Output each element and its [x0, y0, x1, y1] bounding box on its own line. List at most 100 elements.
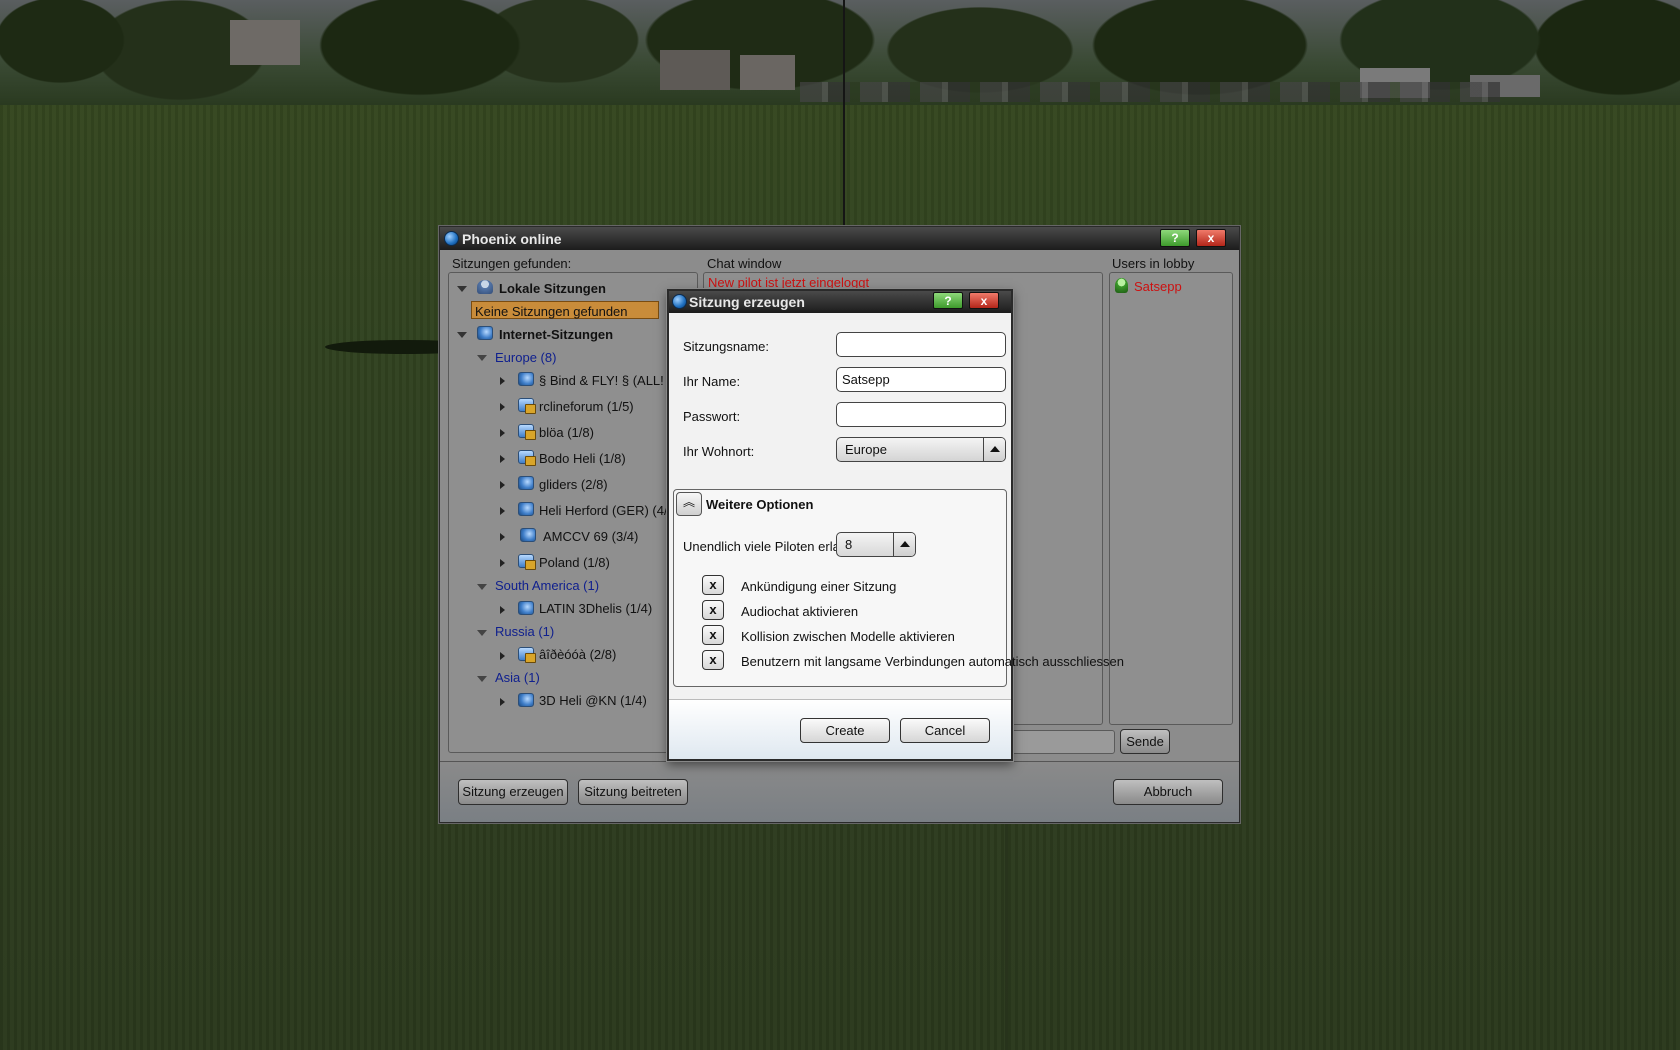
internet-sessions-icon: [477, 326, 493, 340]
cancel-button[interactable]: Cancel: [900, 718, 990, 743]
collapse-arrow-icon[interactable]: [477, 355, 487, 361]
help-button[interactable]: ?: [1160, 229, 1190, 247]
server-icon: [518, 601, 534, 615]
dialog-help-button[interactable]: ?: [933, 292, 963, 309]
tree-local-sessions[interactable]: Lokale Sitzungen: [499, 281, 606, 296]
chat-window-label: Chat window: [707, 256, 782, 271]
your-name-label: Ihr Name:: [683, 374, 741, 389]
globe-icon: [444, 231, 459, 246]
tree-internet-sessions[interactable]: Internet-Sitzungen: [499, 327, 613, 342]
server-icon: [518, 476, 534, 490]
expand-arrow-icon[interactable]: [500, 377, 505, 385]
more-options-panel: ︽ Weitere Optionen Unendlich viele Pilot…: [673, 489, 1124, 687]
session-name-label: Sitzungsname:: [683, 339, 769, 354]
kick-slow-label: Benutzern mit langsame Verbindungen auto…: [741, 654, 1125, 669]
tree-session-item[interactable]: blöa (1/8): [539, 425, 594, 440]
server-icon: [518, 693, 534, 707]
parked-cars: [800, 82, 1500, 102]
residence-value: Europe: [845, 442, 887, 457]
create-session-button[interactable]: Sitzung erzeugen: [458, 779, 568, 805]
dialog-footer: Create Cancel: [669, 699, 1011, 759]
tree-session-item[interactable]: âîðèóóà (2/8): [539, 647, 616, 662]
main-footer: Sitzung erzeugen Sitzung beitreten Abbru…: [440, 761, 1239, 822]
tree-no-sessions-label: Keine Sitzungen gefunden: [475, 304, 628, 319]
main-window-title: Phoenix online: [462, 231, 562, 247]
tree-session-item[interactable]: 3D Heli @KN (1/4): [539, 693, 647, 708]
local-sessions-icon: [477, 280, 493, 294]
user-icon: [1115, 278, 1128, 293]
send-button[interactable]: Sende: [1120, 729, 1170, 754]
expand-arrow-icon[interactable]: [500, 652, 505, 660]
collapse-arrow-icon[interactable]: [457, 332, 467, 338]
audiochat-checkbox[interactable]: x: [702, 600, 724, 620]
tree-session-item[interactable]: Poland (1/8): [539, 555, 610, 570]
residence-dropdown-button[interactable]: [983, 438, 1005, 461]
locked-server-icon: [518, 450, 536, 466]
pilots-spin-button[interactable]: [893, 533, 915, 556]
tree-group-russia[interactable]: Russia (1): [495, 624, 554, 639]
tree-session-item[interactable]: rclineforum (1/5): [539, 399, 634, 414]
password-input[interactable]: [836, 402, 1006, 427]
abort-button[interactable]: Abbruch: [1113, 779, 1223, 805]
tree-session-item[interactable]: Bodo Heli (1/8): [539, 451, 626, 466]
audiochat-label: Audiochat aktivieren: [741, 604, 859, 619]
locked-server-icon: [518, 424, 536, 440]
expand-arrow-icon[interactable]: [500, 533, 505, 541]
expand-arrow-icon[interactable]: [500, 507, 505, 515]
expand-arrow-icon[interactable]: [500, 429, 505, 437]
collision-checkbox[interactable]: x: [702, 625, 724, 645]
sessions-found-label: Sitzungen gefunden:: [452, 256, 572, 271]
announce-checkbox[interactable]: x: [702, 575, 724, 595]
more-options-label: Weitere Optionen: [706, 497, 814, 512]
collapse-arrow-icon[interactable]: [477, 630, 487, 636]
expand-arrow-icon[interactable]: [500, 606, 505, 614]
session-name-input[interactable]: [836, 332, 1006, 357]
create-session-dialog: Sitzung erzeugen ? x Sitzungsname: Ihr N…: [667, 289, 1124, 761]
expand-arrow-icon[interactable]: [500, 455, 505, 463]
dialog-close-button[interactable]: x: [969, 292, 999, 309]
expand-arrow-icon[interactable]: [500, 698, 505, 706]
pilots-stepper[interactable]: 8: [836, 532, 916, 557]
tree-session-item[interactable]: LATIN 3Dhelis (1/4): [539, 601, 652, 616]
tree-session-item[interactable]: gliders (2/8): [539, 477, 608, 492]
main-titlebar[interactable]: Phoenix online ? x: [440, 227, 1239, 250]
chevron-up-icon: [900, 541, 910, 547]
tree-session-item[interactable]: § Bind & FLY! § (ALL!: [539, 373, 664, 388]
tree-group-europe[interactable]: Europe (8): [495, 350, 556, 365]
server-icon: [518, 372, 534, 386]
double-chevron-up-icon: ︽: [682, 495, 695, 509]
expand-arrow-icon[interactable]: [500, 559, 505, 567]
collision-label: Kollision zwischen Modelle aktivieren: [741, 629, 955, 644]
residence-select[interactable]: Europe: [836, 437, 1006, 462]
pole: [843, 0, 845, 225]
tree-session-item[interactable]: Heli Herford (GER) (4/: [539, 503, 668, 518]
server-icon: [520, 528, 536, 542]
residence-label: Ihr Wohnort:: [683, 444, 755, 459]
users-in-lobby-list: Satsepp: [1109, 272, 1233, 725]
lobby-user[interactable]: Satsepp: [1134, 279, 1182, 294]
close-button[interactable]: x: [1196, 229, 1226, 247]
collapse-arrow-icon[interactable]: [457, 286, 467, 292]
expand-arrow-icon[interactable]: [500, 481, 505, 489]
collapse-arrow-icon[interactable]: [477, 676, 487, 682]
mow-line: [1005, 820, 1008, 1050]
create-button[interactable]: Create: [800, 718, 890, 743]
chevron-up-icon: [990, 446, 1000, 452]
your-name-input[interactable]: Satsepp: [836, 367, 1006, 392]
server-icon: [518, 502, 534, 516]
collapse-arrow-icon[interactable]: [477, 584, 487, 590]
locked-server-icon: [518, 554, 536, 570]
collapse-options-button[interactable]: ︽: [676, 492, 702, 516]
dialog-titlebar[interactable]: Sitzung erzeugen ? x: [669, 291, 1011, 313]
tree-group-asia[interactable]: Asia (1): [495, 670, 540, 685]
locked-server-icon: [518, 398, 536, 414]
expand-arrow-icon[interactable]: [500, 403, 505, 411]
dialog-title: Sitzung erzeugen: [689, 294, 805, 310]
kick-slow-checkbox[interactable]: x: [702, 650, 724, 670]
tree-session-item[interactable]: AMCCV 69 (3/4): [543, 529, 638, 544]
password-label: Passwort:: [683, 409, 741, 424]
join-session-button[interactable]: Sitzung beitreten: [578, 779, 688, 805]
sessions-tree[interactable]: Lokale Sitzungen Keine Sitzungen gefunde…: [448, 272, 698, 753]
tree-group-south-america[interactable]: South America (1): [495, 578, 599, 593]
pilots-value: 8: [845, 537, 853, 552]
